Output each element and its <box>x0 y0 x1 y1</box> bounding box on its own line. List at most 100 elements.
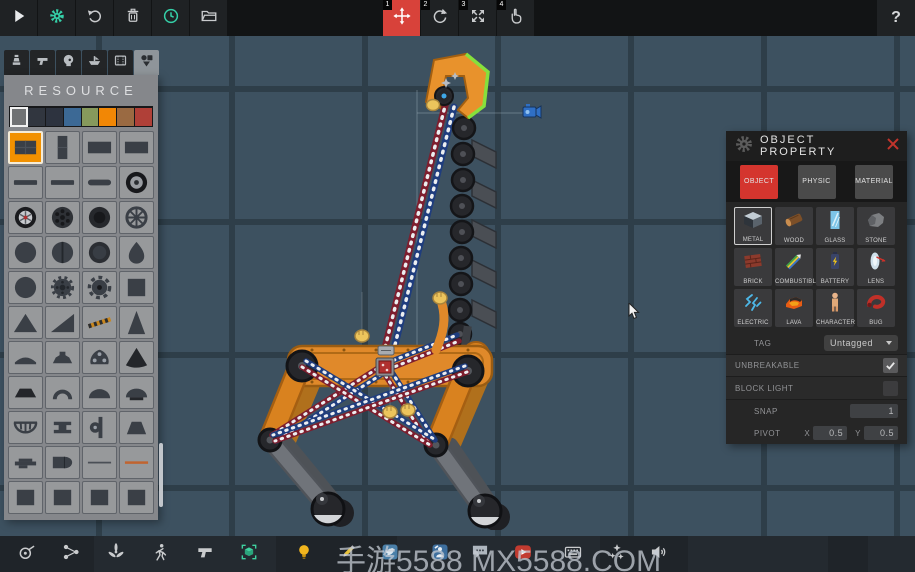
effects-button[interactable] <box>606 543 628 565</box>
rotate-tool[interactable]: 2 <box>421 0 458 36</box>
category-tab-vehicles[interactable] <box>82 50 107 75</box>
material-brick[interactable]: BRICK <box>734 248 772 286</box>
resource-item-circle[interactable] <box>8 236 43 269</box>
resource-item-box[interactable] <box>82 481 117 514</box>
mechanism-button[interactable] <box>16 543 38 565</box>
resource-item-grill-dome[interactable] <box>8 411 43 444</box>
material-character[interactable]: CHARACTER <box>816 289 855 327</box>
resource-item-plate[interactable] <box>119 131 154 164</box>
resource-item-tall-triangle[interactable] <box>119 306 154 339</box>
tag-dropdown[interactable]: Untagged <box>824 335 898 351</box>
pivot-y-input[interactable]: 0.5 <box>864 426 898 440</box>
material-electric[interactable]: ELECTRIC <box>734 289 772 327</box>
resource-item-i-beam[interactable] <box>45 411 80 444</box>
resource-item-half-dome[interactable] <box>82 376 117 409</box>
help-button[interactable]: ? <box>877 0 915 36</box>
workshop-button[interactable] <box>429 543 451 565</box>
select-object-button[interactable] <box>238 543 260 565</box>
resource-item-circle[interactable] <box>8 271 43 304</box>
resource-item-saw-blade[interactable] <box>82 271 117 304</box>
resource-item-box[interactable] <box>119 481 154 514</box>
resource-item-pill-plank[interactable] <box>82 166 117 199</box>
resource-item-hazard-ramp[interactable] <box>82 306 117 339</box>
resource-item-triangle[interactable] <box>8 306 43 339</box>
resource-item-box[interactable] <box>45 481 80 514</box>
material-combustible[interactable]: COMBUSTIBLE <box>775 248 820 286</box>
resource-item-step-plate[interactable] <box>8 446 43 479</box>
character-test-button[interactable] <box>149 543 171 565</box>
category-tab-clips[interactable] <box>108 50 133 75</box>
pivot-x-input[interactable]: 0.5 <box>813 426 848 440</box>
property-tab-physic[interactable]: PHYSIC <box>797 164 836 199</box>
history-button[interactable] <box>152 0 189 36</box>
social-button[interactable] <box>379 543 401 565</box>
snap-input[interactable]: 1 <box>850 404 898 418</box>
property-tab-object[interactable]: OBJECT <box>740 164 778 199</box>
category-tab-figures[interactable] <box>4 50 29 75</box>
light-button[interactable] <box>293 543 315 565</box>
color-swatch-4[interactable] <box>81 107 99 126</box>
resource-item-cap-dome[interactable] <box>119 376 154 409</box>
resource-item-wagon-wheel[interactable] <box>119 201 154 234</box>
color-swatch-7[interactable] <box>134 107 152 126</box>
play-button[interactable] <box>0 0 37 36</box>
color-swatch-3[interactable] <box>63 107 81 126</box>
material-glass[interactable]: GLASS <box>816 207 854 245</box>
resource-item-low-dome[interactable] <box>8 341 43 374</box>
controls-button[interactable] <box>562 543 584 565</box>
category-tab-heads[interactable] <box>56 50 81 75</box>
resource-item-arch[interactable] <box>45 376 80 409</box>
resource-item-thin-rod[interactable] <box>82 446 117 479</box>
resource-item-split-circle[interactable] <box>45 236 80 269</box>
delete-button[interactable] <box>114 0 151 36</box>
videos-button[interactable] <box>512 543 534 565</box>
resource-item-round-triangle[interactable] <box>119 341 154 374</box>
propeller-button[interactable] <box>105 542 127 565</box>
chat-button[interactable] <box>469 543 491 565</box>
construction-machine[interactable] <box>240 50 560 535</box>
close-icon[interactable] <box>887 137 899 155</box>
resource-item-holed-wheel[interactable] <box>45 201 80 234</box>
weapon-button[interactable] <box>194 543 216 565</box>
resource-item-ridge-dome[interactable] <box>45 341 80 374</box>
resource-item-wedge[interactable] <box>119 411 154 444</box>
resource-item-dark-circle[interactable] <box>82 236 117 269</box>
color-swatch-5[interactable] <box>99 107 116 126</box>
resource-item-tall-box[interactable] <box>45 131 80 164</box>
block-light-checkbox[interactable] <box>883 380 898 396</box>
material-bug[interactable]: BUG <box>857 289 895 327</box>
material-stone[interactable]: STONE <box>857 207 895 245</box>
settings-button[interactable] <box>38 0 75 36</box>
resource-item-tire[interactable] <box>119 166 154 199</box>
resource-item-orange-rod[interactable] <box>119 446 154 479</box>
undo-button[interactable] <box>76 0 113 36</box>
resource-item-gear-wheel[interactable] <box>45 271 80 304</box>
material-wood[interactable]: WOOD <box>775 207 813 245</box>
property-tab-material[interactable]: MATERIAL <box>855 164 893 199</box>
resource-item-bolt-plate[interactable] <box>82 341 117 374</box>
drag-tool[interactable]: 4 <box>497 0 534 36</box>
color-swatch-0[interactable] <box>9 106 29 127</box>
scale-tool[interactable]: 3 <box>459 0 496 36</box>
resource-item-plank[interactable] <box>8 166 43 199</box>
resource-item-plank[interactable] <box>45 166 80 199</box>
resource-item-dark-wheel[interactable] <box>82 201 117 234</box>
resource-item-metal-box[interactable] <box>8 131 43 164</box>
resource-item-key-plate[interactable] <box>82 411 117 444</box>
node-graph-button[interactable] <box>60 543 82 565</box>
material-lens[interactable]: LENS <box>857 248 895 286</box>
resource-item-square[interactable] <box>119 271 154 304</box>
resource-item-plate[interactable] <box>82 131 117 164</box>
resource-scrollbar[interactable] <box>159 443 163 507</box>
material-battery[interactable]: BATTERY <box>816 248 854 286</box>
material-lava[interactable]: LAVA <box>775 289 813 327</box>
load-button[interactable] <box>190 0 227 36</box>
resource-item-right-triangle[interactable] <box>45 306 80 339</box>
color-swatch-6[interactable] <box>117 107 134 126</box>
category-tab-parts[interactable] <box>134 50 159 75</box>
resource-item-box[interactable] <box>8 481 43 514</box>
unbreakable-checkbox[interactable] <box>883 358 898 373</box>
category-tab-weapons[interactable] <box>30 50 55 75</box>
sound-button[interactable] <box>648 543 670 565</box>
color-swatch-2[interactable] <box>46 107 63 126</box>
